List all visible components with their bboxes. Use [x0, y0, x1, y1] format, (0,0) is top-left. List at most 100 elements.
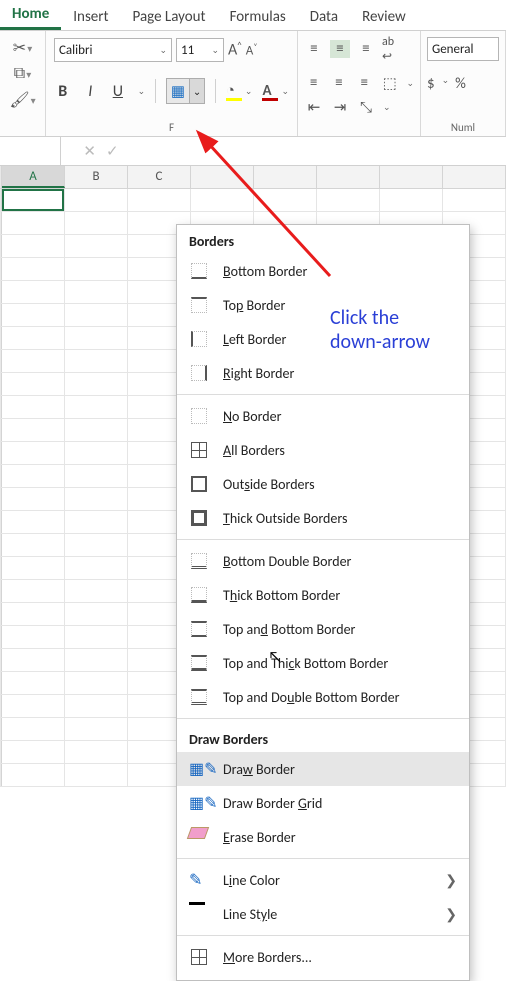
border-dropdown-arrow[interactable]: ⌄ — [189, 79, 204, 103]
cell[interactable] — [2, 350, 65, 372]
bold-button[interactable]: B — [54, 82, 72, 101]
tab-formulas[interactable]: Formulas — [218, 2, 298, 30]
menu-item-drawgrid[interactable]: ▦✎Draw Border Grid — [177, 786, 469, 820]
cell[interactable] — [65, 580, 128, 602]
cell[interactable] — [65, 534, 128, 556]
menu-item-linestyle[interactable]: Line Style❯ — [177, 897, 469, 931]
cell[interactable] — [2, 580, 65, 602]
menu-item-outside[interactable]: Outside Borders — [177, 467, 469, 501]
cell[interactable] — [65, 396, 128, 418]
cell[interactable] — [2, 258, 65, 280]
cell[interactable] — [65, 465, 128, 487]
copy-icon[interactable]: ⧉ — [14, 65, 25, 83]
font-name-select[interactable]: Calibri⌄ — [54, 38, 172, 62]
cut-icon[interactable]: ✂ — [13, 38, 26, 58]
cell[interactable] — [2, 212, 65, 234]
font-size-select[interactable]: 11⌄ — [176, 38, 224, 62]
cell[interactable] — [65, 695, 128, 717]
column-headers[interactable]: ABC — [0, 166, 506, 189]
align-left-icon[interactable]: ≡ — [304, 74, 323, 92]
increase-font-icon[interactable]: A^ — [228, 40, 242, 59]
cell[interactable] — [317, 189, 380, 211]
cell[interactable] — [380, 189, 443, 211]
cell[interactable] — [2, 373, 65, 395]
cell[interactable] — [65, 442, 128, 464]
number-format-select[interactable]: General — [427, 37, 499, 61]
cell[interactable] — [65, 741, 128, 763]
menu-item-all[interactable]: All Borders — [177, 433, 469, 467]
cell[interactable] — [2, 672, 65, 694]
menu-item-bottom[interactable]: Bottom Border — [177, 254, 469, 288]
percent-icon[interactable]: % — [455, 75, 466, 93]
align-center-icon[interactable]: ≡ — [329, 74, 348, 92]
menu-item-none[interactable]: No Border — [177, 399, 469, 433]
cell[interactable] — [65, 718, 128, 740]
cell[interactable] — [2, 534, 65, 556]
menu-item-linecolor[interactable]: ✎Line Color❯ — [177, 863, 469, 897]
cell[interactable] — [65, 488, 128, 510]
cell[interactable] — [65, 626, 128, 648]
cell[interactable] — [65, 672, 128, 694]
worksheet[interactable]: ABC Borders Bottom BorderTop BorderLeft … — [0, 166, 506, 787]
cell[interactable] — [2, 626, 65, 648]
cell[interactable] — [65, 373, 128, 395]
cell[interactable] — [2, 603, 65, 625]
cell[interactable] — [2, 465, 65, 487]
decrease-font-icon[interactable]: A˅ — [246, 42, 258, 58]
cell[interactable] — [2, 741, 65, 763]
merge-icon[interactable]: ⬚ — [380, 74, 399, 93]
column-header[interactable]: B — [65, 166, 128, 188]
cell[interactable] — [65, 557, 128, 579]
name-box[interactable] — [0, 137, 61, 165]
cell[interactable] — [2, 419, 65, 441]
menu-item-tthb[interactable]: Top and Thick Bottom Border — [177, 646, 469, 680]
cell[interactable] — [2, 304, 65, 326]
menu-item-draw[interactable]: ▦✎Draw Border — [177, 752, 469, 786]
underline-button[interactable]: U — [109, 82, 127, 101]
cell[interactable] — [2, 189, 65, 211]
paintbrush-icon[interactable]: 🖌 — [9, 90, 29, 110]
cell[interactable] — [2, 649, 65, 671]
font-color-button[interactable]: A⌄ — [262, 82, 289, 100]
cell[interactable] — [65, 511, 128, 533]
cell[interactable] — [2, 718, 65, 740]
align-top-icon[interactable]: ≡ — [304, 40, 324, 58]
tab-data[interactable]: Data — [298, 2, 350, 30]
tab-page-layout[interactable]: Page Layout — [121, 2, 218, 30]
tab-review[interactable]: Review — [350, 2, 418, 30]
align-bottom-icon[interactable]: ≡ — [356, 40, 376, 58]
tab-insert[interactable]: Insert — [61, 2, 120, 30]
italic-button[interactable]: I — [82, 82, 100, 101]
menu-item-tb[interactable]: Top and Bottom Border — [177, 612, 469, 646]
align-right-icon[interactable]: ≡ — [355, 74, 374, 92]
column-header[interactable]: C — [128, 166, 191, 188]
cell[interactable] — [65, 281, 128, 303]
cell[interactable] — [65, 350, 128, 372]
cell[interactable] — [65, 327, 128, 349]
border-split-button[interactable]: ▦ ⌄ — [166, 78, 205, 104]
menu-item-dbl[interactable]: Bottom Double Border — [177, 544, 469, 578]
cell[interactable] — [65, 419, 128, 441]
tab-home[interactable]: Home — [0, 0, 61, 30]
cell[interactable] — [65, 649, 128, 671]
menu-item-more[interactable]: More Borders... — [177, 940, 469, 974]
orientation-icon[interactable]: ⤡ — [356, 99, 376, 117]
menu-item-thb[interactable]: Thick Bottom Border — [177, 578, 469, 612]
wrap-text-icon[interactable]: ab↩ — [382, 35, 394, 64]
cell[interactable] — [65, 212, 128, 234]
align-middle-icon[interactable]: ≡ — [330, 40, 350, 58]
fill-color-button[interactable]: ◔⌄ — [226, 82, 253, 100]
menu-item-tdbb[interactable]: Top and Double Bottom Border — [177, 680, 469, 714]
cell[interactable] — [65, 189, 128, 211]
cell[interactable] — [65, 304, 128, 326]
column-header[interactable]: A — [2, 166, 65, 188]
cell[interactable] — [65, 603, 128, 625]
cell[interactable] — [2, 557, 65, 579]
cell[interactable] — [2, 327, 65, 349]
cell[interactable] — [2, 442, 65, 464]
cell[interactable] — [254, 189, 317, 211]
cell[interactable] — [65, 764, 128, 786]
menu-item-right[interactable]: Right Border — [177, 356, 469, 390]
cell[interactable] — [2, 488, 65, 510]
cell[interactable] — [2, 764, 65, 786]
